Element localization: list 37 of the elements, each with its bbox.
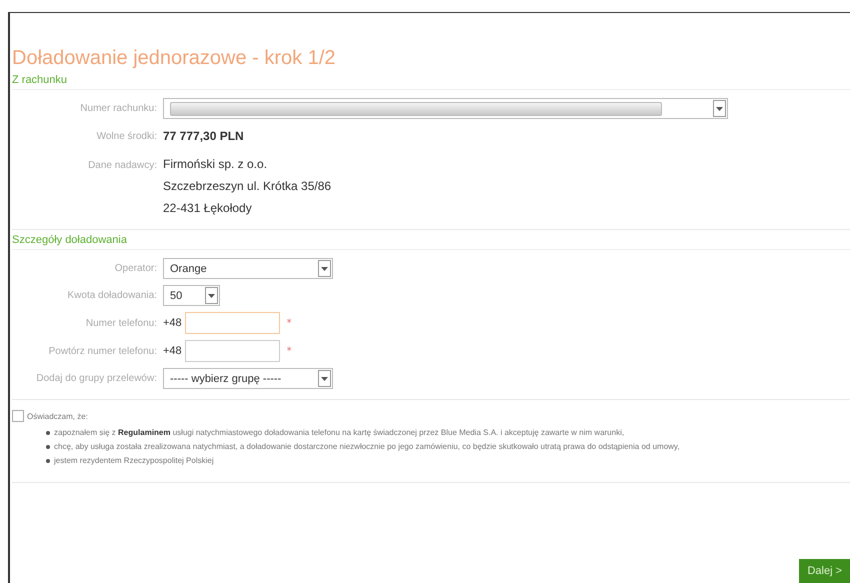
country-prefix: +48 (163, 345, 182, 357)
amount-select[interactable]: 50 (163, 285, 220, 306)
section-heading: Z rachunku (12, 70, 850, 90)
bullet-icon (46, 431, 50, 435)
sender-line: Szczebrzeszyn ul. Krótka 35/86 (163, 178, 332, 195)
field-label: Numer telefonu: (84, 316, 157, 330)
group-select[interactable]: ----- wybierz grupę ----- (163, 368, 333, 389)
caret-icon (318, 260, 331, 277)
caret-icon (713, 100, 726, 117)
caret-icon (205, 287, 218, 304)
field-label: Numer rachunku: (79, 102, 157, 116)
section-heading: Szczegóły doładowania (12, 230, 850, 250)
required-marker: * (286, 346, 292, 356)
required-marker: * (286, 318, 292, 328)
phone-input[interactable] (184, 340, 280, 362)
phone-input[interactable] (184, 312, 280, 334)
consent-label: Oświadczam, że: (27, 412, 88, 420)
field-label: Powtórz numer telefonu: (48, 344, 157, 358)
funds-value: 77 777,30 PLN (163, 128, 245, 145)
sender-line: 22-431 Łękołody (163, 200, 253, 217)
bullet-icon (46, 445, 50, 449)
sender-line: Firmoński sp. z o.o. (163, 156, 268, 173)
consent-statement: chcę, aby usługa została zrealizowana natychmiast, a doładowanie dostarczone niezwłocznie po jego zamówieniu, co będzie skutkowało utratą prawa do odstąpienia od umowy, (54, 441, 680, 453)
caret-icon (318, 370, 331, 387)
consent-checkbox[interactable] (12, 410, 24, 422)
field-label: Wolne środki: (96, 130, 157, 144)
account-select[interactable] (163, 98, 728, 119)
consent-statement: jestem rezydentem Rzeczypospolitej Polskiej (54, 455, 214, 467)
country-prefix: +48 (163, 317, 182, 329)
field-label: Kwota doładowania: (66, 289, 157, 303)
field-label: Dane nadawcy: (87, 159, 157, 173)
operator-select[interactable]: Orange (163, 258, 333, 279)
field-label: Dodaj do grupy przelewów: (35, 372, 157, 386)
bullet-icon (46, 459, 50, 463)
page-title: Doładowanie jednorazowe - krok 1/2 (12, 47, 337, 70)
field-label: Operator: (114, 262, 157, 276)
consent-statement: zapoznałem się z Regulaminem usługi natychmiastowego doładowania telefonu na kartę świadczonej przez Blue Media S.A. i akceptuję zawarte w nim warunki, (54, 427, 624, 439)
